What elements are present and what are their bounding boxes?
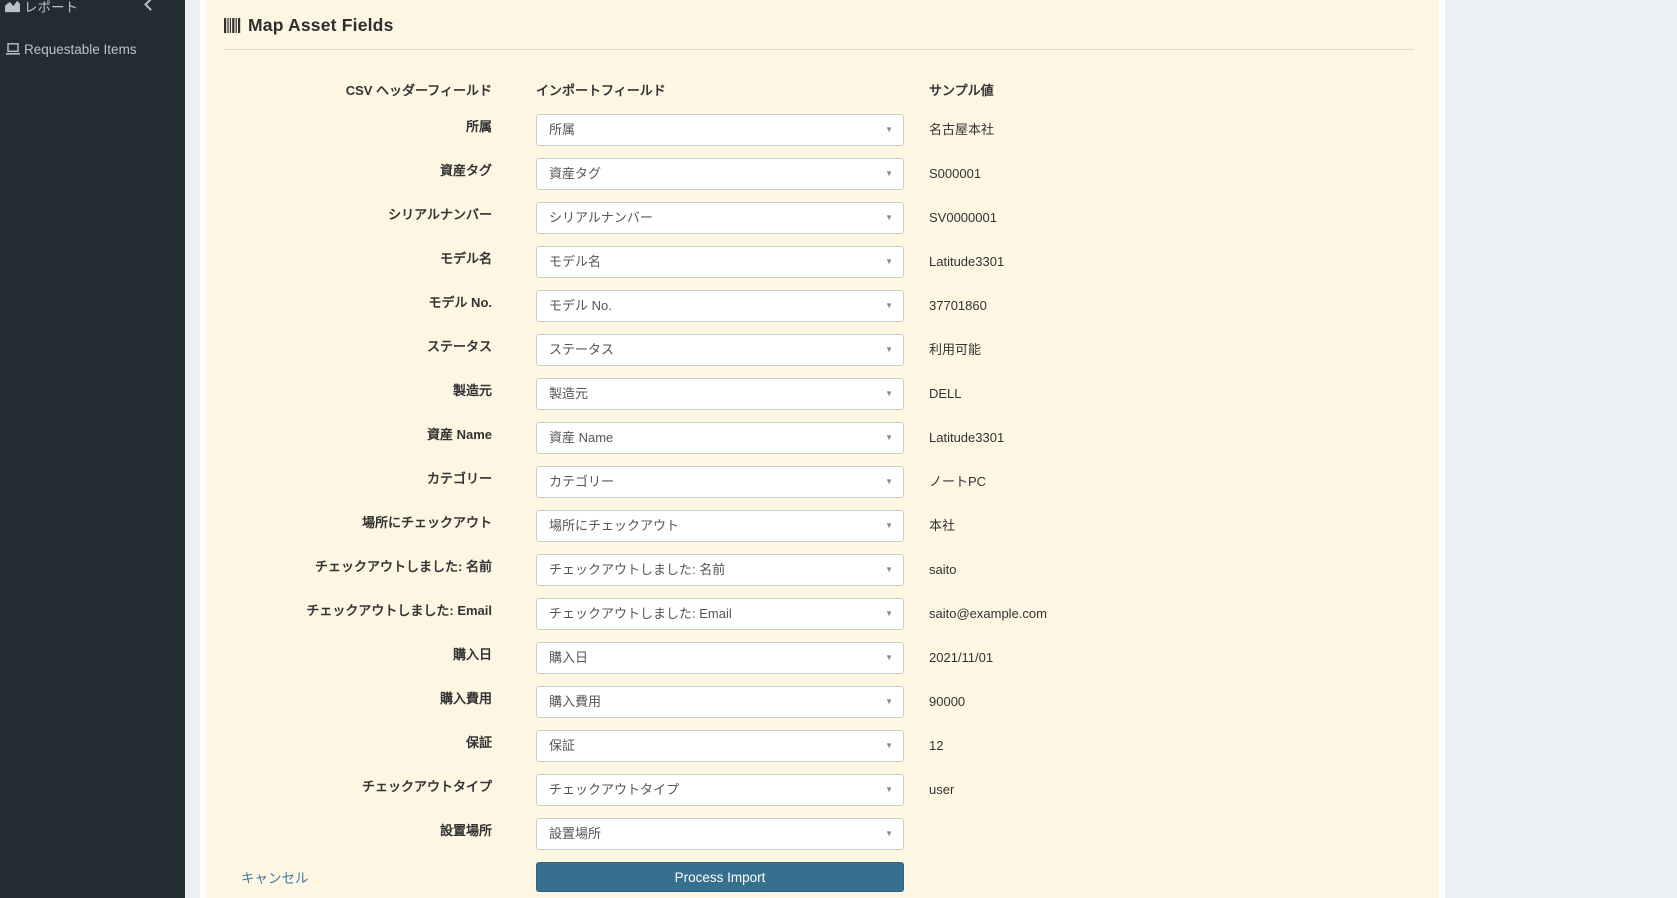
sample-value: DELL [929, 386, 962, 401]
sample-value: S000001 [929, 166, 982, 181]
csv-header-field-label: シリアルナンバー [388, 207, 492, 222]
chevron-left-icon [144, 0, 157, 11]
process-import-button[interactable]: Process Import [536, 862, 904, 892]
sample-value: SV0000001 [929, 210, 997, 225]
import-field-select[interactable]: ステータス [536, 334, 904, 366]
field-mapping-row: チェックアウトタイプ チェックアウトタイプ ▼ user [206, 774, 1439, 806]
field-mapping-row: モデル No. モデル No. ▼ 37701860 [206, 290, 1439, 322]
import-field-select[interactable]: 場所にチェックアウト [536, 510, 904, 542]
import-field-select[interactable]: 製造元 [536, 378, 904, 410]
barcode-icon [224, 18, 241, 33]
csv-header-field-label: 製造元 [452, 383, 492, 398]
csv-header-field-label: 資産 Name [426, 427, 492, 442]
field-mapping-row: 所属 所属 ▼ 名古屋本社 [206, 114, 1439, 146]
sample-value: user [929, 782, 955, 797]
csv-header-field-label: チェックアウトしました: 名前 [315, 559, 492, 574]
import-field-select[interactable]: 設置場所 [536, 818, 904, 850]
csv-header-field-label: 購入費用 [439, 691, 492, 706]
import-field-select[interactable]: 購入費用 [536, 686, 904, 718]
csv-header-field-label: モデル名 [439, 251, 492, 266]
sample-value: saito [929, 562, 957, 577]
sidebar-item-label: Requestable Items [24, 41, 137, 57]
sidebar-item-reports[interactable]: レポート [0, 0, 185, 21]
sample-value: 90000 [929, 694, 966, 709]
field-mapping-row: 購入日 購入日 ▼ 2021/11/01 [206, 642, 1439, 674]
sample-value-column-title: サンプル値 [929, 83, 994, 98]
field-mapping-row: 資産 Name 資産 Name ▼ Latitude3301 [206, 422, 1439, 454]
import-field-select[interactable]: 保証 [536, 730, 904, 762]
import-field-select[interactable]: 所属 [536, 114, 904, 146]
field-mapping-form: CSV ヘッダーフィールド インポートフィールド サンプル値 所属 所属 ▼ 名… [206, 50, 1439, 892]
field-mapping-row: モデル名 モデル名 ▼ Latitude3301 [206, 246, 1439, 278]
content-area: Map Asset Fields CSV ヘッダーフィールド インポートフィール… [200, 0, 1445, 898]
sample-value: Latitude3301 [929, 254, 1005, 269]
sample-value: Latitude3301 [929, 430, 1005, 445]
panel-header: Map Asset Fields [224, 0, 1414, 50]
sidebar: レポート Requestable Items [0, 0, 185, 898]
csv-header-column-title: CSV ヘッダーフィールド [345, 83, 492, 98]
csv-header-field-label: 保証 [465, 735, 492, 750]
sidebar-item-requestable-items[interactable]: Requestable Items [0, 34, 185, 64]
field-mapping-row: シリアルナンバー シリアルナンバー ▼ SV0000001 [206, 202, 1439, 234]
import-field-select[interactable]: チェックアウトタイプ [536, 774, 904, 806]
csv-header-field-label: 所属 [465, 119, 492, 134]
sample-value: 名古屋本社 [929, 122, 995, 137]
sample-value: 本社 [929, 518, 956, 533]
csv-header-field-label: 設置場所 [439, 823, 492, 838]
sample-value: ノートPC [929, 474, 987, 489]
import-field-select[interactable]: モデル名 [536, 246, 904, 278]
column-header-row: CSV ヘッダーフィールド インポートフィールド サンプル値 [206, 83, 1439, 99]
area-chart-icon [5, 0, 20, 13]
sample-value: saito@example.com [929, 606, 1047, 621]
csv-header-field-label: 資産タグ [439, 163, 492, 178]
sample-value: 利用可能 [929, 342, 982, 357]
sample-value: 2021/11/01 [929, 650, 994, 665]
csv-header-field-label: チェックアウトしました: Email [306, 603, 492, 618]
field-mapping-row: 購入費用 購入費用 ▼ 90000 [206, 686, 1439, 718]
csv-header-field-label: チェックアウトタイプ [361, 779, 492, 794]
sample-value: 12 [929, 738, 944, 753]
field-mapping-row: 保証 保証 ▼ 12 [206, 730, 1439, 762]
import-field-select[interactable]: シリアルナンバー [536, 202, 904, 234]
field-mapping-row: チェックアウトしました: Email チェックアウトしました: Email ▼ … [206, 598, 1439, 630]
field-mapping-row: ステータス ステータス ▼ 利用可能 [206, 334, 1439, 366]
csv-header-field-label: モデル No. [428, 295, 492, 310]
csv-header-field-label: カテゴリー [426, 471, 492, 486]
form-actions-row: キャンセル Process Import [206, 862, 1439, 892]
field-mapping-row: 製造元 製造元 ▼ DELL [206, 378, 1439, 410]
page-title: Map Asset Fields [248, 15, 394, 35]
sample-value: 37701860 [929, 298, 987, 313]
import-field-select[interactable]: モデル No. [536, 290, 904, 322]
import-field-select[interactable]: 購入日 [536, 642, 904, 674]
import-field-select[interactable]: チェックアウトしました: Email [536, 598, 904, 630]
csv-header-field-label: 購入日 [452, 647, 492, 662]
import-field-select[interactable]: 資産タグ [536, 158, 904, 190]
import-field-column-title: インポートフィールド [536, 83, 666, 98]
map-asset-fields-panel: Map Asset Fields CSV ヘッダーフィールド インポートフィール… [206, 0, 1439, 898]
field-mapping-row: 設置場所 設置場所 ▼ [206, 818, 1439, 850]
field-mapping-rows: 所属 所属 ▼ 名古屋本社 資産タグ 資産タグ ▼ S000001 シリアルナン… [206, 114, 1439, 850]
csv-header-field-label: 場所にチェックアウト [361, 515, 492, 530]
sidebar-item-label: レポート [24, 0, 78, 15]
import-field-select[interactable]: カテゴリー [536, 466, 904, 498]
field-mapping-row: 資産タグ 資産タグ ▼ S000001 [206, 158, 1439, 190]
cancel-link[interactable]: キャンセル [241, 867, 309, 887]
import-field-select[interactable]: チェックアウトしました: 名前 [536, 554, 904, 586]
field-mapping-row: 場所にチェックアウト 場所にチェックアウト ▼ 本社 [206, 510, 1439, 542]
laptop-icon [5, 43, 20, 55]
field-mapping-row: カテゴリー カテゴリー ▼ ノートPC [206, 466, 1439, 498]
field-mapping-row: チェックアウトしました: 名前 チェックアウトしました: 名前 ▼ saito [206, 554, 1439, 586]
import-field-select[interactable]: 資産 Name [536, 422, 904, 454]
csv-header-field-label: ステータス [426, 339, 492, 354]
